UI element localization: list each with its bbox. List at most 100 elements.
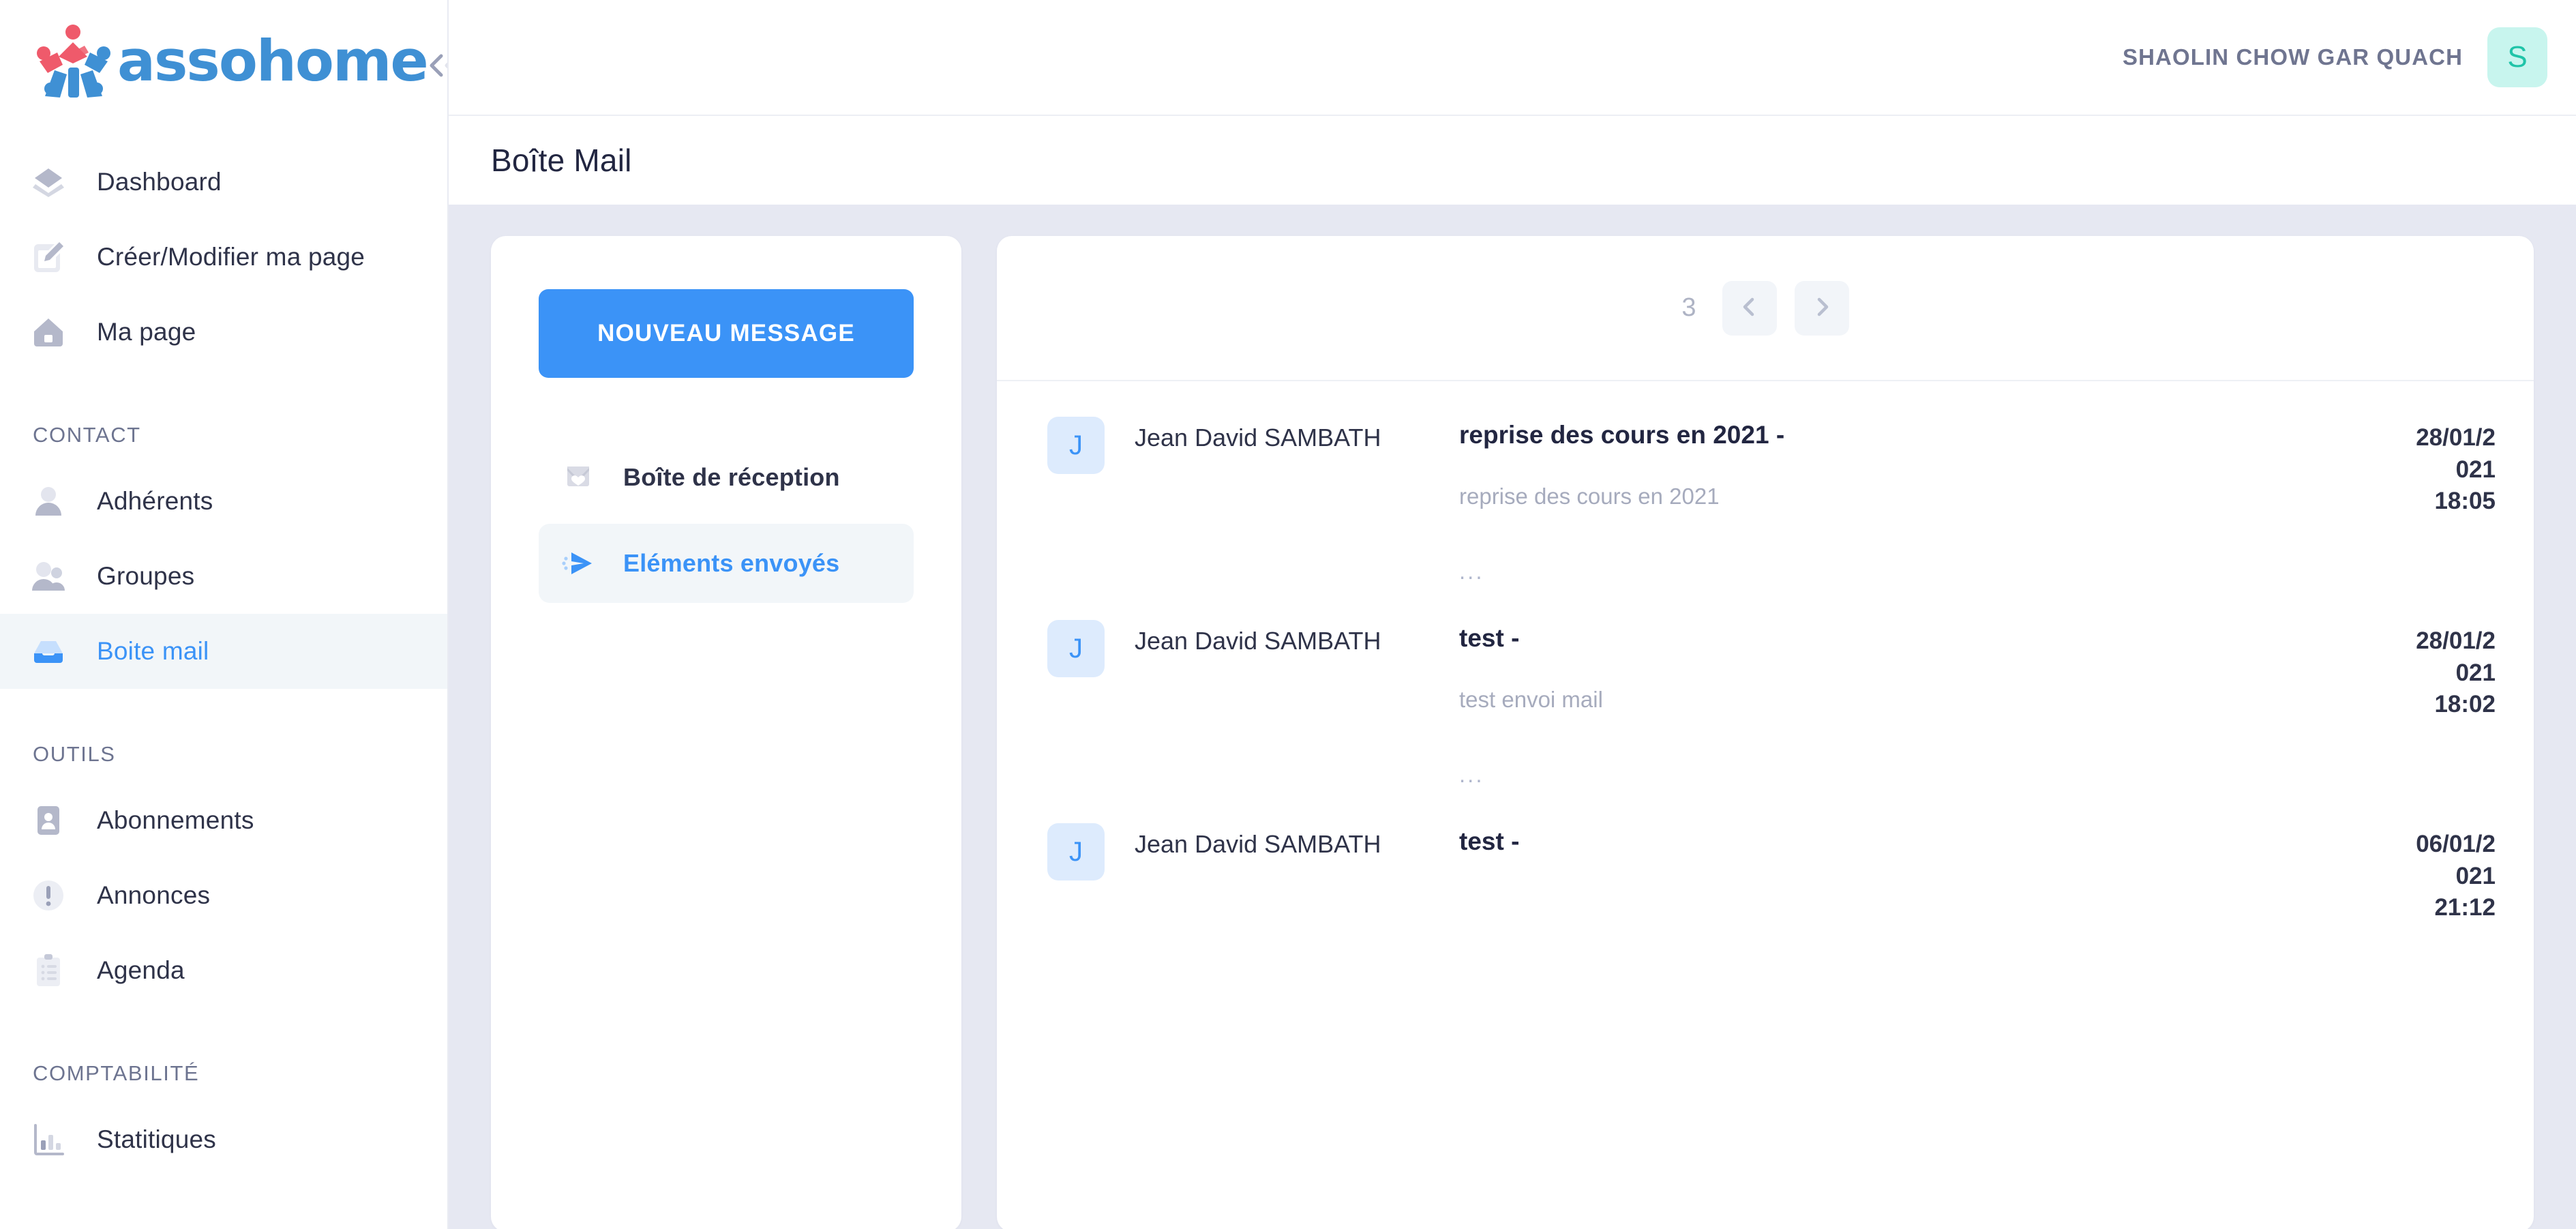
page-title: Boîte Mail (491, 142, 632, 179)
mail-list-panel: 3 (997, 236, 2534, 1229)
app-root: assohome Dashboard (0, 0, 2576, 1229)
mail-folder-inbox[interactable]: Boîte de réception (539, 438, 914, 517)
sidebar-item-label: Agenda (97, 956, 185, 985)
sidebar-section-outils: OUTILS (0, 689, 447, 783)
bar-chart-icon (30, 1121, 67, 1158)
mail-date-line3: 18:05 (2373, 486, 2496, 518)
new-message-button[interactable]: NOUVEAU MESSAGE (539, 289, 914, 378)
mail-list-item[interactable]: J Jean David SAMBATH test - test envoi m… (997, 584, 2534, 788)
users-icon (30, 558, 67, 595)
sidebar-item-dashboard[interactable]: Dashboard (0, 145, 447, 220)
sidebar-item-label: Dashboard (97, 168, 222, 196)
sender-avatar: J (1047, 823, 1105, 880)
sidebar-item-label: Adhérents (97, 487, 213, 516)
sidebar-item-boite-mail[interactable]: Boite mail (0, 614, 447, 689)
main-area: SHAOLIN CHOW GAR QUACH S Boîte Mail NOUV… (449, 0, 2576, 1229)
mail-date-line1: 28/01/2 (2373, 625, 2496, 657)
pagination-count: 3 (1681, 293, 1696, 323)
sidebar-item-adherents[interactable]: Adhérents (0, 464, 447, 539)
sender-avatar: J (1047, 417, 1105, 474)
sender-avatar-initial: J (1069, 634, 1083, 664)
edit-square-icon (30, 239, 67, 276)
sidebar-item-label: Annonces (97, 881, 210, 910)
pagination: 3 (997, 236, 2534, 381)
sidebar-section-contact: CONTACT (0, 370, 447, 464)
layers-icon (30, 164, 67, 201)
page-header: Boîte Mail (449, 116, 2576, 205)
topbar: SHAOLIN CHOW GAR QUACH S (449, 0, 2576, 116)
sidebar-item-ma-page[interactable]: Ma page (0, 295, 447, 370)
mail-folders-panel: NOUVEAU MESSAGE Boîte de réception (491, 236, 961, 1229)
sidebar-section-comptabilite: COMPTABILITÉ (0, 1008, 447, 1102)
double-chevron-left-icon (426, 50, 449, 84)
sidebar-item-label: Créer/Modifier ma page (97, 243, 365, 271)
home-icon (30, 314, 67, 351)
mail-ellipsis: ... (1459, 559, 2352, 584)
paper-plane-icon (559, 544, 597, 582)
mail-date-line2: 021 (2373, 657, 2496, 690)
mail-date: 06/01/2 021 21:12 (2373, 829, 2496, 924)
mail-list-item[interactable]: J Jean David SAMBATH reprise des cours e… (997, 381, 2534, 584)
sidebar-item-label: Abonnements (97, 806, 254, 835)
mail-date-line1: 06/01/2 (2373, 829, 2496, 861)
mail-date-line1: 28/01/2 (2373, 422, 2496, 454)
sidebar-item-statitiques[interactable]: Statitiques (0, 1102, 447, 1177)
sidebar-item-label: Boite mail (97, 637, 209, 666)
sender-name: Jean David SAMBATH (1135, 424, 1421, 452)
chevron-left-icon (1738, 295, 1761, 321)
sidebar-item-label: Groupes (97, 562, 194, 591)
brand-name: assohome (117, 33, 428, 89)
mail-folder-sent[interactable]: Eléments envoyés (539, 524, 914, 603)
mail-subject: test - (1459, 624, 2352, 653)
sidebar: assohome Dashboard (0, 0, 449, 1229)
inbox-tray-icon (30, 633, 67, 670)
mail-preview: test envoi mail (1459, 687, 2352, 713)
sidebar-item-label: Statitiques (97, 1125, 216, 1154)
sidebar-item-annonces[interactable]: Annonces (0, 858, 447, 933)
avatar[interactable]: S (2487, 27, 2547, 87)
assohome-people-logo-icon (30, 23, 119, 99)
organization-name: SHAOLIN CHOW GAR QUACH (2123, 44, 2463, 70)
mail-item-body: test - (1459, 819, 2373, 905)
envelope-heart-icon (559, 458, 597, 497)
mail-date-line3: 21:12 (2373, 892, 2496, 924)
mail-ellipsis: ... (1459, 762, 2352, 788)
mail-subject: reprise des cours en 2021 - (1459, 421, 2352, 449)
sidebar-item-creer-modifier-ma-page[interactable]: Créer/Modifier ma page (0, 220, 447, 295)
mail-item-body: test - test envoi mail ... (1459, 616, 2373, 788)
mail-preview: reprise des cours en 2021 (1459, 484, 2352, 509)
clipboard-list-icon (30, 952, 67, 989)
mail-folder-label: Boîte de réception (623, 463, 840, 492)
avatar-initial: S (2507, 40, 2527, 74)
user-icon (30, 483, 67, 520)
sidebar-item-label: Ma page (97, 318, 196, 346)
chevron-right-icon (1810, 295, 1833, 321)
mail-date-line2: 021 (2373, 861, 2496, 893)
mail-date-line3: 18:02 (2373, 689, 2496, 721)
sidebar-item-abonnements[interactable]: Abonnements (0, 783, 447, 858)
alert-circle-icon (30, 877, 67, 914)
mail-item-body: reprise des cours en 2021 - reprise des … (1459, 413, 2373, 584)
mail-date: 28/01/2 021 18:02 (2373, 625, 2496, 721)
mail-folder-label: Eléments envoyés (623, 549, 839, 578)
mail-list-item[interactable]: J Jean David SAMBATH test - 06/01/2 021 … (997, 788, 2534, 924)
brand-logo[interactable]: assohome (0, 0, 447, 121)
contact-card-icon (30, 802, 67, 839)
sender-name: Jean David SAMBATH (1135, 627, 1421, 655)
sidebar-nav: Dashboard Créer/Modifier ma page (0, 121, 447, 1177)
mail-date-line2: 021 (2373, 454, 2496, 486)
sender-avatar: J (1047, 620, 1105, 677)
pagination-prev-button[interactable] (1722, 281, 1777, 336)
mail-date: 28/01/2 021 18:05 (2373, 422, 2496, 518)
pagination-next-button[interactable] (1795, 281, 1849, 336)
sender-avatar-initial: J (1069, 430, 1083, 461)
sender-avatar-initial: J (1069, 837, 1083, 868)
sidebar-collapse-button[interactable] (421, 40, 449, 94)
sender-name: Jean David SAMBATH (1135, 830, 1421, 859)
sidebar-item-agenda[interactable]: Agenda (0, 933, 447, 1008)
new-message-label: NOUVEAU MESSAGE (597, 320, 855, 347)
content-area: NOUVEAU MESSAGE Boîte de réception (449, 205, 2576, 1229)
sidebar-item-groupes[interactable]: Groupes (0, 539, 447, 614)
mail-folder-list: Boîte de réception Eléments envoyés (539, 438, 914, 603)
mail-subject: test - (1459, 827, 2352, 856)
